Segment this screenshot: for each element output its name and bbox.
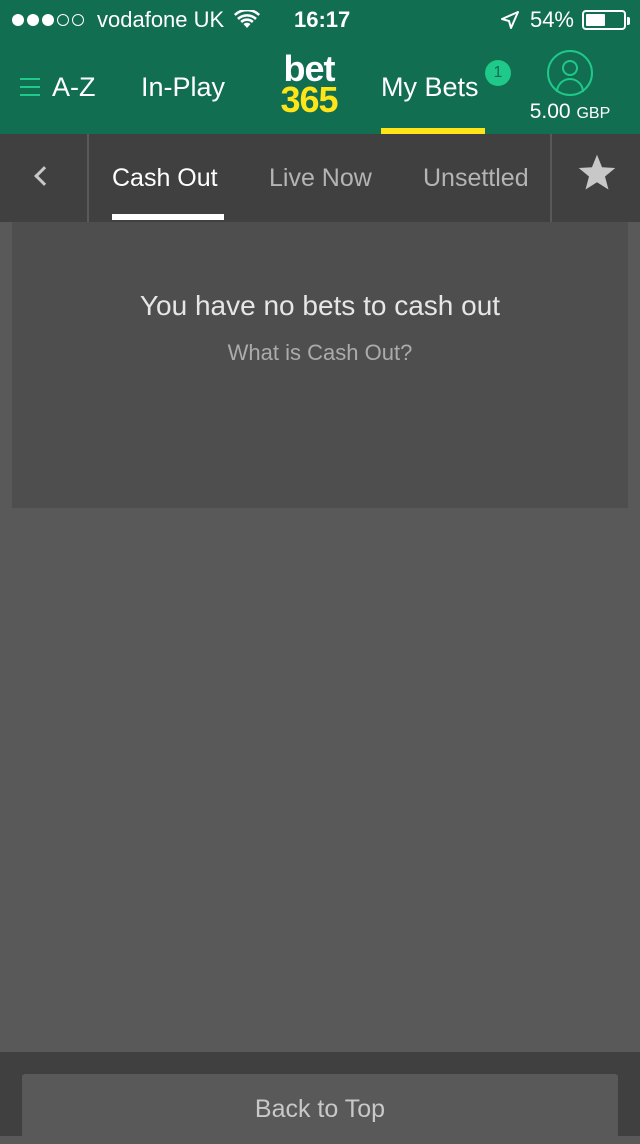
location-arrow-icon [500, 11, 519, 29]
status-left: vodafone UK [12, 7, 261, 33]
status-right: 54% [500, 7, 630, 33]
back-to-top-button[interactable]: Back to Top [22, 1074, 618, 1136]
mybets-subtabs: Cash Out Live Now Unsettled [0, 134, 640, 222]
tab-live-now[interactable]: Live Now [269, 134, 372, 222]
status-bar: vodafone UK 16:17 54% [0, 0, 640, 40]
inplay-button[interactable]: In-Play [141, 40, 225, 134]
mybets-label: My Bets [381, 71, 479, 102]
balance-amount: 5.00 [529, 100, 571, 123]
balance-currency: GBP [576, 105, 611, 122]
empty-state-card: You have no bets to cash out What is Cas… [12, 222, 628, 508]
chevron-left-icon [34, 166, 54, 186]
clock: 16:17 [294, 7, 351, 32]
active-tab-indicator [112, 214, 224, 220]
signal-strength-icon [12, 14, 87, 26]
star-icon [578, 154, 616, 190]
mybets-button[interactable]: My Bets [381, 40, 479, 134]
tab-cash-out[interactable]: Cash Out [112, 134, 218, 222]
what-is-cash-out-link[interactable]: What is Cash Out? [12, 340, 628, 366]
wifi-icon [234, 10, 261, 28]
battery-percent: 54% [529, 7, 574, 32]
app-header: A-Z In-Play bet 365 My Bets 1 5.00 GBP [0, 40, 640, 134]
account-button[interactable]: 5.00 GBP [520, 50, 620, 124]
user-avatar-icon [547, 50, 593, 96]
account-balance: 5.00 GBP [520, 100, 620, 124]
hamburger-icon [20, 78, 40, 96]
carrier-name: vodafone UK [97, 7, 225, 32]
battery-icon [582, 10, 630, 30]
mybets-count-badge: 1 [485, 60, 511, 86]
tab-unsettled[interactable]: Unsettled [423, 134, 529, 222]
logo-text-bottom: 365 [280, 79, 338, 120]
az-label: A-Z [52, 71, 96, 102]
az-menu-button[interactable]: A-Z [20, 40, 96, 134]
empty-state-title: You have no bets to cash out [139, 290, 501, 321]
footer: Back to Top [0, 1052, 640, 1136]
back-button[interactable] [0, 134, 89, 222]
inplay-label: In-Play [141, 71, 226, 102]
favourites-button[interactable] [550, 134, 640, 222]
bet365-logo[interactable]: bet 365 [272, 40, 346, 134]
battery-fill [586, 14, 605, 26]
